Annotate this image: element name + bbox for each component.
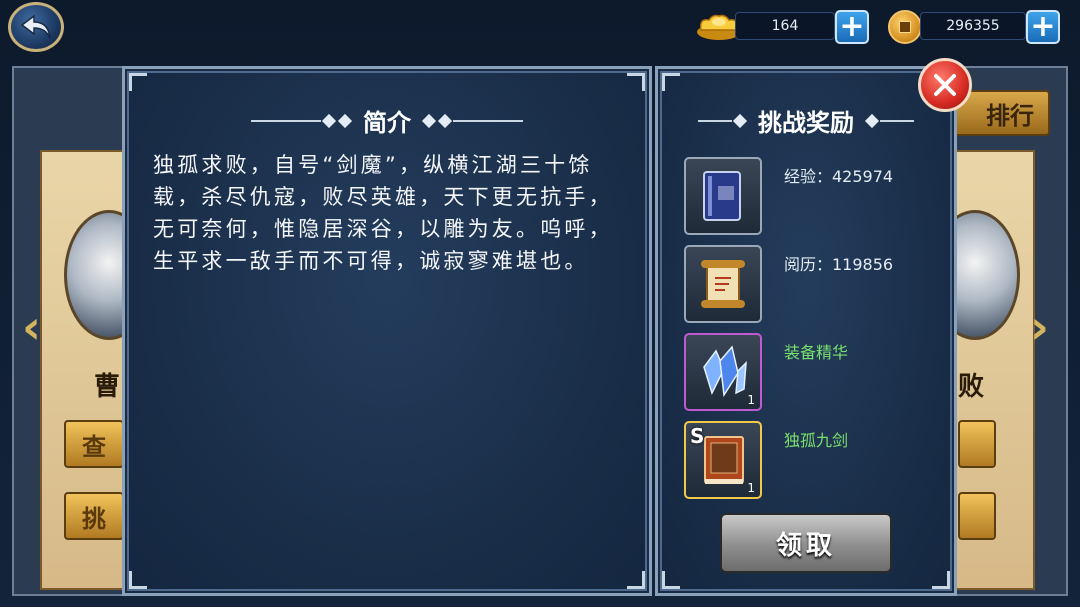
ingot-currency: 164 + [695,10,871,44]
right-challenge-button[interactable] [958,492,996,540]
title-ornament-left [251,113,353,128]
add-ingot-button[interactable]: + [835,10,869,44]
reward-slot[interactable]: S 1 [684,421,762,499]
reward-label: 装备精华 [784,343,849,362]
scroll-icon [701,260,745,308]
coin-count: 296355 [920,12,1026,40]
reward-panel: 挑战奖励 经验：425974 阅历：119856 1 装备精华 S 1 独孤九剑… [655,66,957,596]
reward-label: 经验：425974 [784,167,894,186]
intro-title: 简介 [363,109,411,137]
reward-item: 1 装备精华 [684,333,934,413]
crystal-icon [703,345,747,398]
skill-book-icon [704,436,744,484]
reward-quantity: 1 [747,481,755,495]
exp-book-icon [703,171,741,221]
right-character-name: 败 [958,372,985,402]
copper-coin-icon [888,10,922,44]
reward-quantity: 1 [747,393,755,407]
next-arrow-icon[interactable]: › [1030,300,1049,354]
back-arrow-icon [20,14,51,39]
reward-item: S 1 独孤九剑 [684,421,934,501]
intro-title-row: 简介 [125,103,649,138]
left-view-button[interactable]: 查 [64,420,124,468]
ingot-count: 164 [735,12,835,40]
reward-ornament-right [864,113,914,128]
grade-badge: S [690,424,705,448]
reward-item: 阅历：119856 [684,245,934,325]
close-button[interactable] [918,58,972,112]
add-coin-button[interactable]: + [1026,10,1060,44]
reward-ornament-left [698,113,748,128]
intro-text: 独孤求败，自号“剑魔”，纵横江湖三十馀载，杀尽仇寇，败尽英雄，天下更无抗手，无可… [153,153,613,273]
reward-slot[interactable]: 1 [684,333,762,411]
left-challenge-button[interactable]: 挑 [64,492,124,540]
prev-arrow-icon[interactable]: ‹ [22,300,41,354]
intro-panel: 简介 独孤求败，自号“剑魔”，纵横江湖三十馀载，杀尽仇寇，败尽英雄，天下更无抗手… [122,66,652,596]
reward-slot[interactable] [684,157,762,235]
left-character-name: 曹 [94,372,121,402]
reward-title-row: 挑战奖励 [658,103,954,138]
reward-title: 挑战奖励 [758,109,854,137]
coin-currency: 296355 + [888,10,1064,44]
title-ornament-right [421,113,523,128]
reward-label: 独孤九剑 [784,431,849,450]
close-icon [934,74,956,96]
claim-button[interactable]: 领取 [720,513,892,573]
reward-item: 经验：425974 [684,157,934,237]
reward-slot[interactable] [684,245,762,323]
right-view-button[interactable] [958,420,996,468]
reward-label: 阅历：119856 [784,255,894,274]
back-button[interactable] [8,2,64,52]
